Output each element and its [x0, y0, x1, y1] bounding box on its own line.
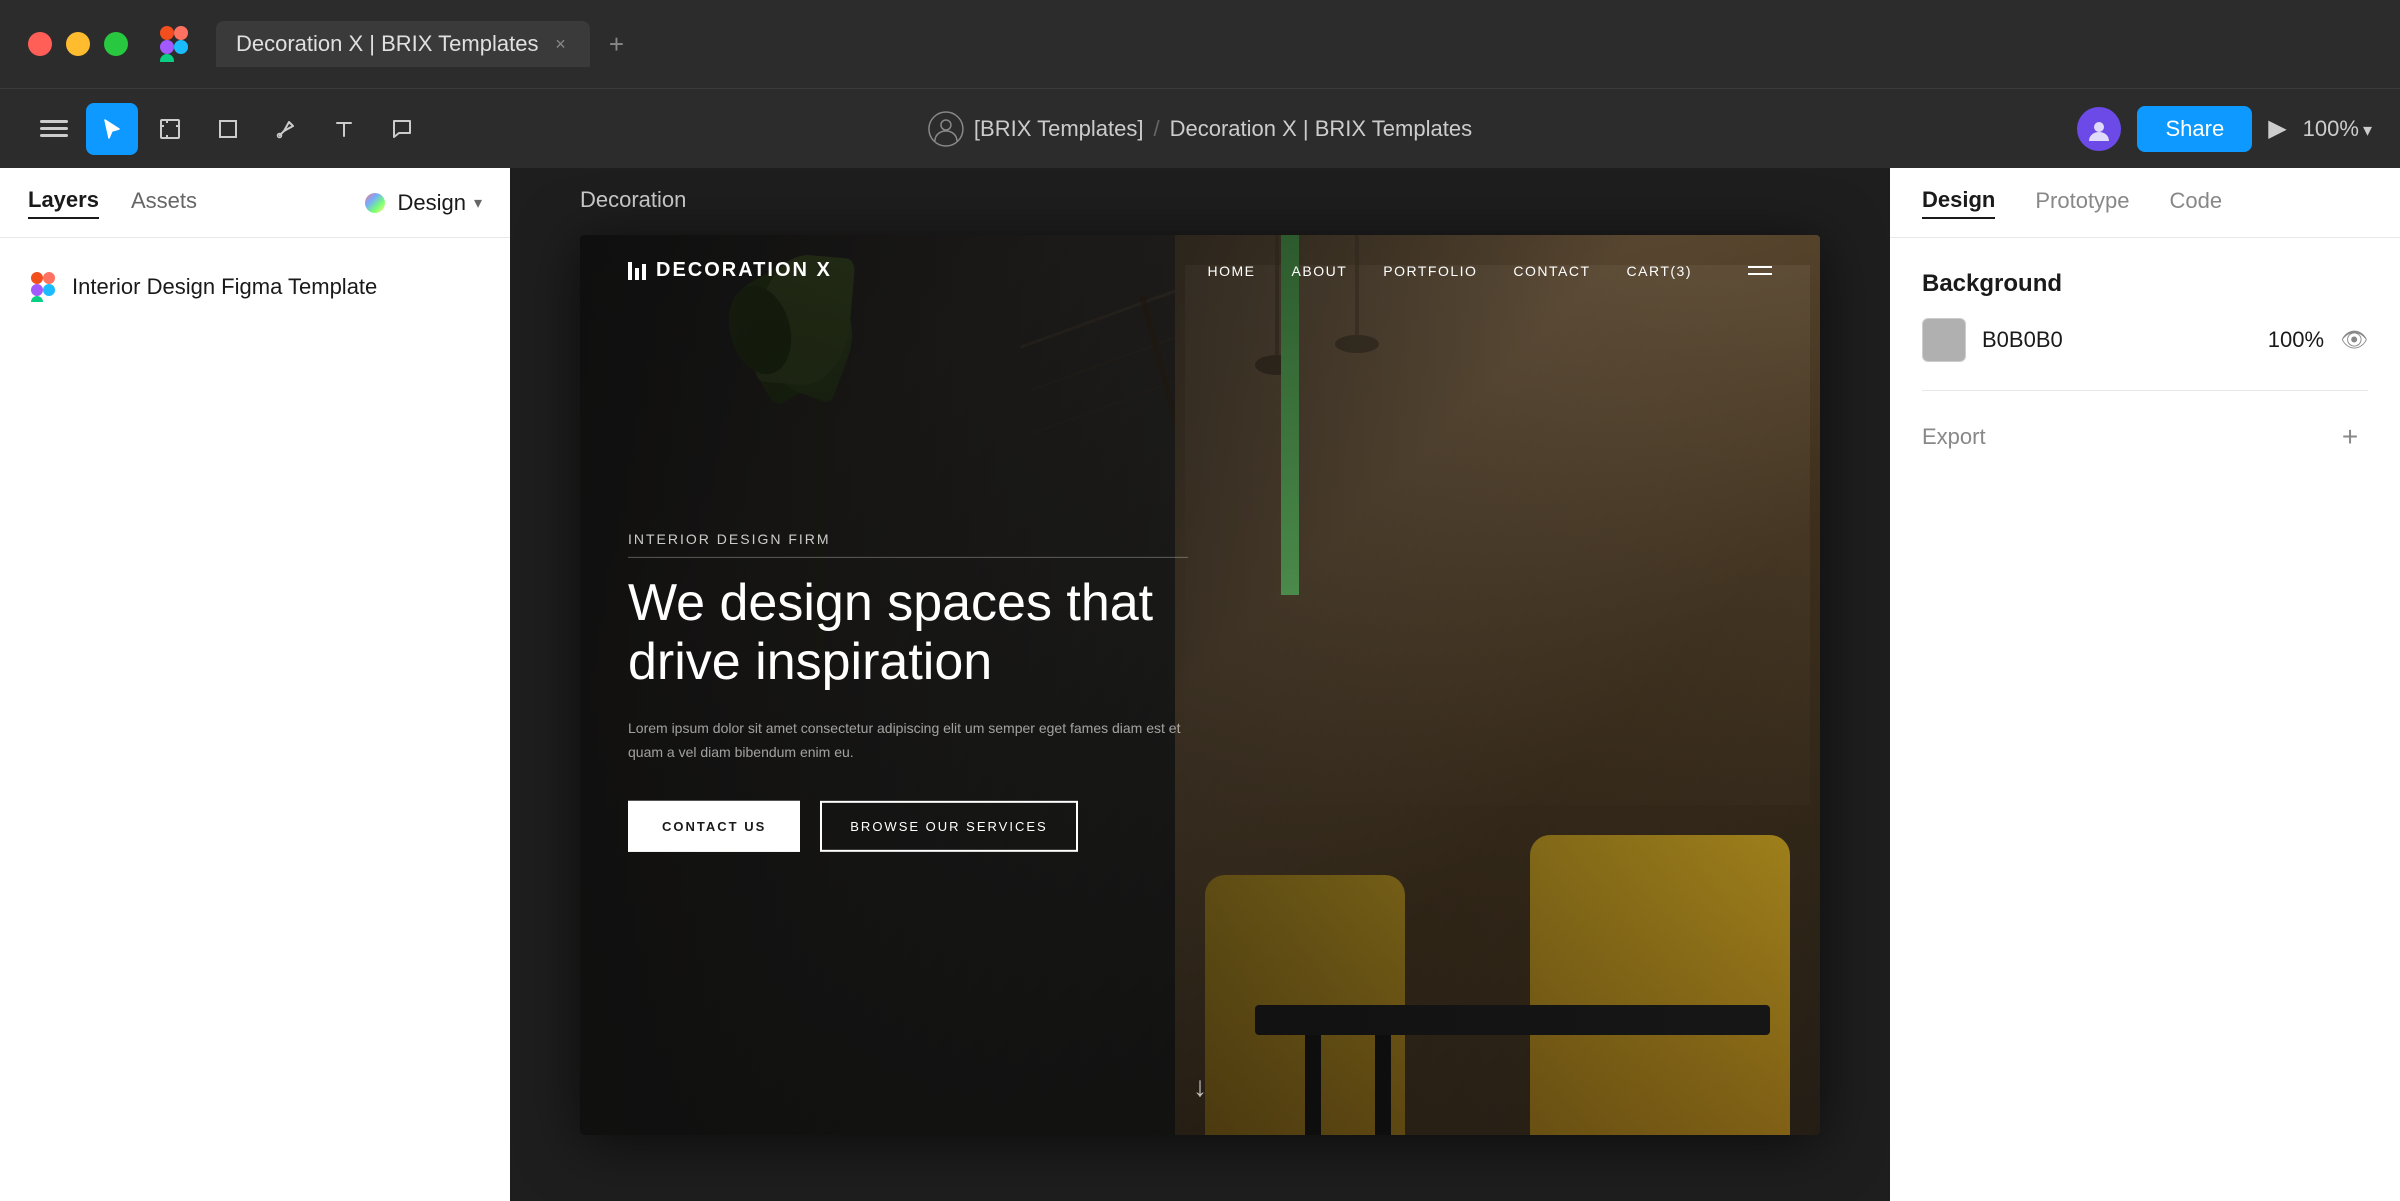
traffic-lights	[28, 32, 128, 56]
menu-button[interactable]	[28, 103, 80, 155]
design-panel-content: Background B0B0B0 100% 👁 Export +	[1890, 238, 2400, 1201]
site-title: We design spaces that drive inspiration	[628, 573, 1188, 693]
site-content: INTERIOR DESIGN FIRM We design spaces th…	[628, 530, 1188, 851]
site-nav: DECORATION X HOME ABOUT PORTFOLIO CONTAC…	[580, 235, 1820, 307]
nav-cart[interactable]: CART(3)	[1627, 263, 1692, 279]
zoom-indicator[interactable]: 100%▾	[2303, 116, 2372, 142]
site-logo: DECORATION X	[628, 259, 832, 282]
site-subtitle: INTERIOR DESIGN FIRM	[628, 530, 1188, 557]
user-avatar[interactable]	[2077, 107, 2121, 151]
site-nav-links: HOME ABOUT PORTFOLIO CONTACT CART(3)	[1208, 263, 1772, 279]
nav-hamburger-icon[interactable]	[1748, 266, 1772, 275]
tab-title: Decoration X | BRIX Templates	[236, 31, 538, 57]
background-opacity-value[interactable]: 100%	[2268, 327, 2324, 353]
canvas-frame: DECORATION X HOME ABOUT PORTFOLIO CONTAC…	[580, 235, 1820, 1135]
layers-tab[interactable]: Layers	[28, 187, 99, 219]
right-panel-tabs: Design Prototype Code	[1890, 168, 2400, 238]
contact-us-button[interactable]: CONTACT US	[628, 801, 800, 852]
nav-home[interactable]: HOME	[1208, 263, 1256, 279]
text-tool-button[interactable]	[318, 103, 370, 155]
design-tab[interactable]: Design	[1922, 187, 1995, 219]
export-label: Export	[1922, 424, 1986, 450]
assets-tab[interactable]: Assets	[131, 188, 197, 218]
play-button[interactable]: ▶	[2268, 114, 2286, 143]
nav-about[interactable]: ABOUT	[1292, 263, 1348, 279]
export-add-button[interactable]: +	[2332, 419, 2368, 455]
canvas-frame-label: Decoration	[580, 187, 686, 213]
active-tab[interactable]: Decoration X | BRIX Templates ×	[216, 21, 590, 67]
toolbar-center: [BRIX Templates] / Decoration X | BRIX T…	[928, 111, 1472, 147]
code-tab[interactable]: Code	[2170, 188, 2223, 218]
background-color-swatch[interactable]	[1922, 318, 1966, 362]
breadcrumb-separator: /	[1153, 116, 1159, 142]
shape-tool-button[interactable]	[202, 103, 254, 155]
browse-services-button[interactable]: BROWSE OUR SERVICES	[820, 801, 1077, 852]
layers-panel: Interior Design Figma Template	[0, 238, 510, 1201]
canvas-frame-container: Decoration	[580, 235, 1820, 1135]
breadcrumb: [BRIX Templates] / Decoration X | BRIX T…	[928, 111, 1472, 147]
share-button[interactable]: Share	[2137, 106, 2252, 152]
visibility-toggle-icon[interactable]: 👁	[2340, 327, 2368, 353]
site-cta-buttons: CONTACT US BROWSE OUR SERVICES	[628, 801, 1188, 852]
fullscreen-traffic-light[interactable]	[104, 32, 128, 56]
breadcrumb-file: Decoration X | BRIX Templates	[1170, 116, 1472, 142]
user-icon	[928, 111, 964, 147]
logo-bars-icon	[628, 262, 646, 280]
sidebar-right: Design Prototype Code Background B0B0B0 …	[1890, 168, 2400, 1201]
sidebar-left: Layers Assets Design ▾ Interior Design F…	[0, 168, 510, 1201]
canvas-area[interactable]: Decoration	[510, 168, 1890, 1201]
nav-contact[interactable]: CONTACT	[1513, 263, 1590, 279]
layer-item-label: Interior Design Figma Template	[72, 274, 377, 300]
site-logo-text: DECORATION X	[656, 259, 832, 282]
toolbar: [BRIX Templates] / Decoration X | BRIX T…	[0, 88, 2400, 168]
pen-tool-button[interactable]	[260, 103, 312, 155]
sidebar-tabs: Layers Assets Design ▾	[0, 168, 510, 238]
section-divider	[1922, 390, 2368, 391]
export-section: Export +	[1922, 419, 2368, 455]
close-traffic-light[interactable]	[28, 32, 52, 56]
titlebar: Decoration X | BRIX Templates × +	[0, 0, 2400, 88]
comment-tool-button[interactable]	[376, 103, 428, 155]
nav-portfolio[interactable]: PORTFOLIO	[1383, 263, 1477, 279]
figma-logo-icon	[156, 26, 192, 62]
background-color-value[interactable]: B0B0B0	[1982, 327, 2252, 353]
prototype-tab[interactable]: Prototype	[2035, 188, 2129, 218]
toolbar-right: Share ▶ 100%▾	[2077, 106, 2372, 152]
scroll-down-indicator: ↓	[1193, 1071, 1207, 1103]
background-color-row: B0B0B0 100% 👁	[1922, 318, 2368, 362]
site-preview: DECORATION X HOME ABOUT PORTFOLIO CONTAC…	[580, 235, 1820, 1135]
add-tab-button[interactable]: +	[598, 26, 634, 62]
background-section-title: Background	[1922, 270, 2368, 298]
tab-close-button[interactable]: ×	[550, 34, 570, 54]
frame-tool-button[interactable]	[144, 103, 196, 155]
design-tab-dropdown[interactable]: Design ▾	[365, 190, 482, 216]
figma-layer-icon	[28, 272, 58, 302]
site-description: Lorem ipsum dolor sit amet consectetur a…	[628, 717, 1188, 765]
breadcrumb-org: [BRIX Templates]	[974, 116, 1144, 142]
layer-item-interior-design[interactable]: Interior Design Figma Template	[0, 258, 510, 316]
minimize-traffic-light[interactable]	[66, 32, 90, 56]
select-tool-button[interactable]	[86, 103, 138, 155]
tab-area: Decoration X | BRIX Templates × +	[216, 21, 2372, 67]
